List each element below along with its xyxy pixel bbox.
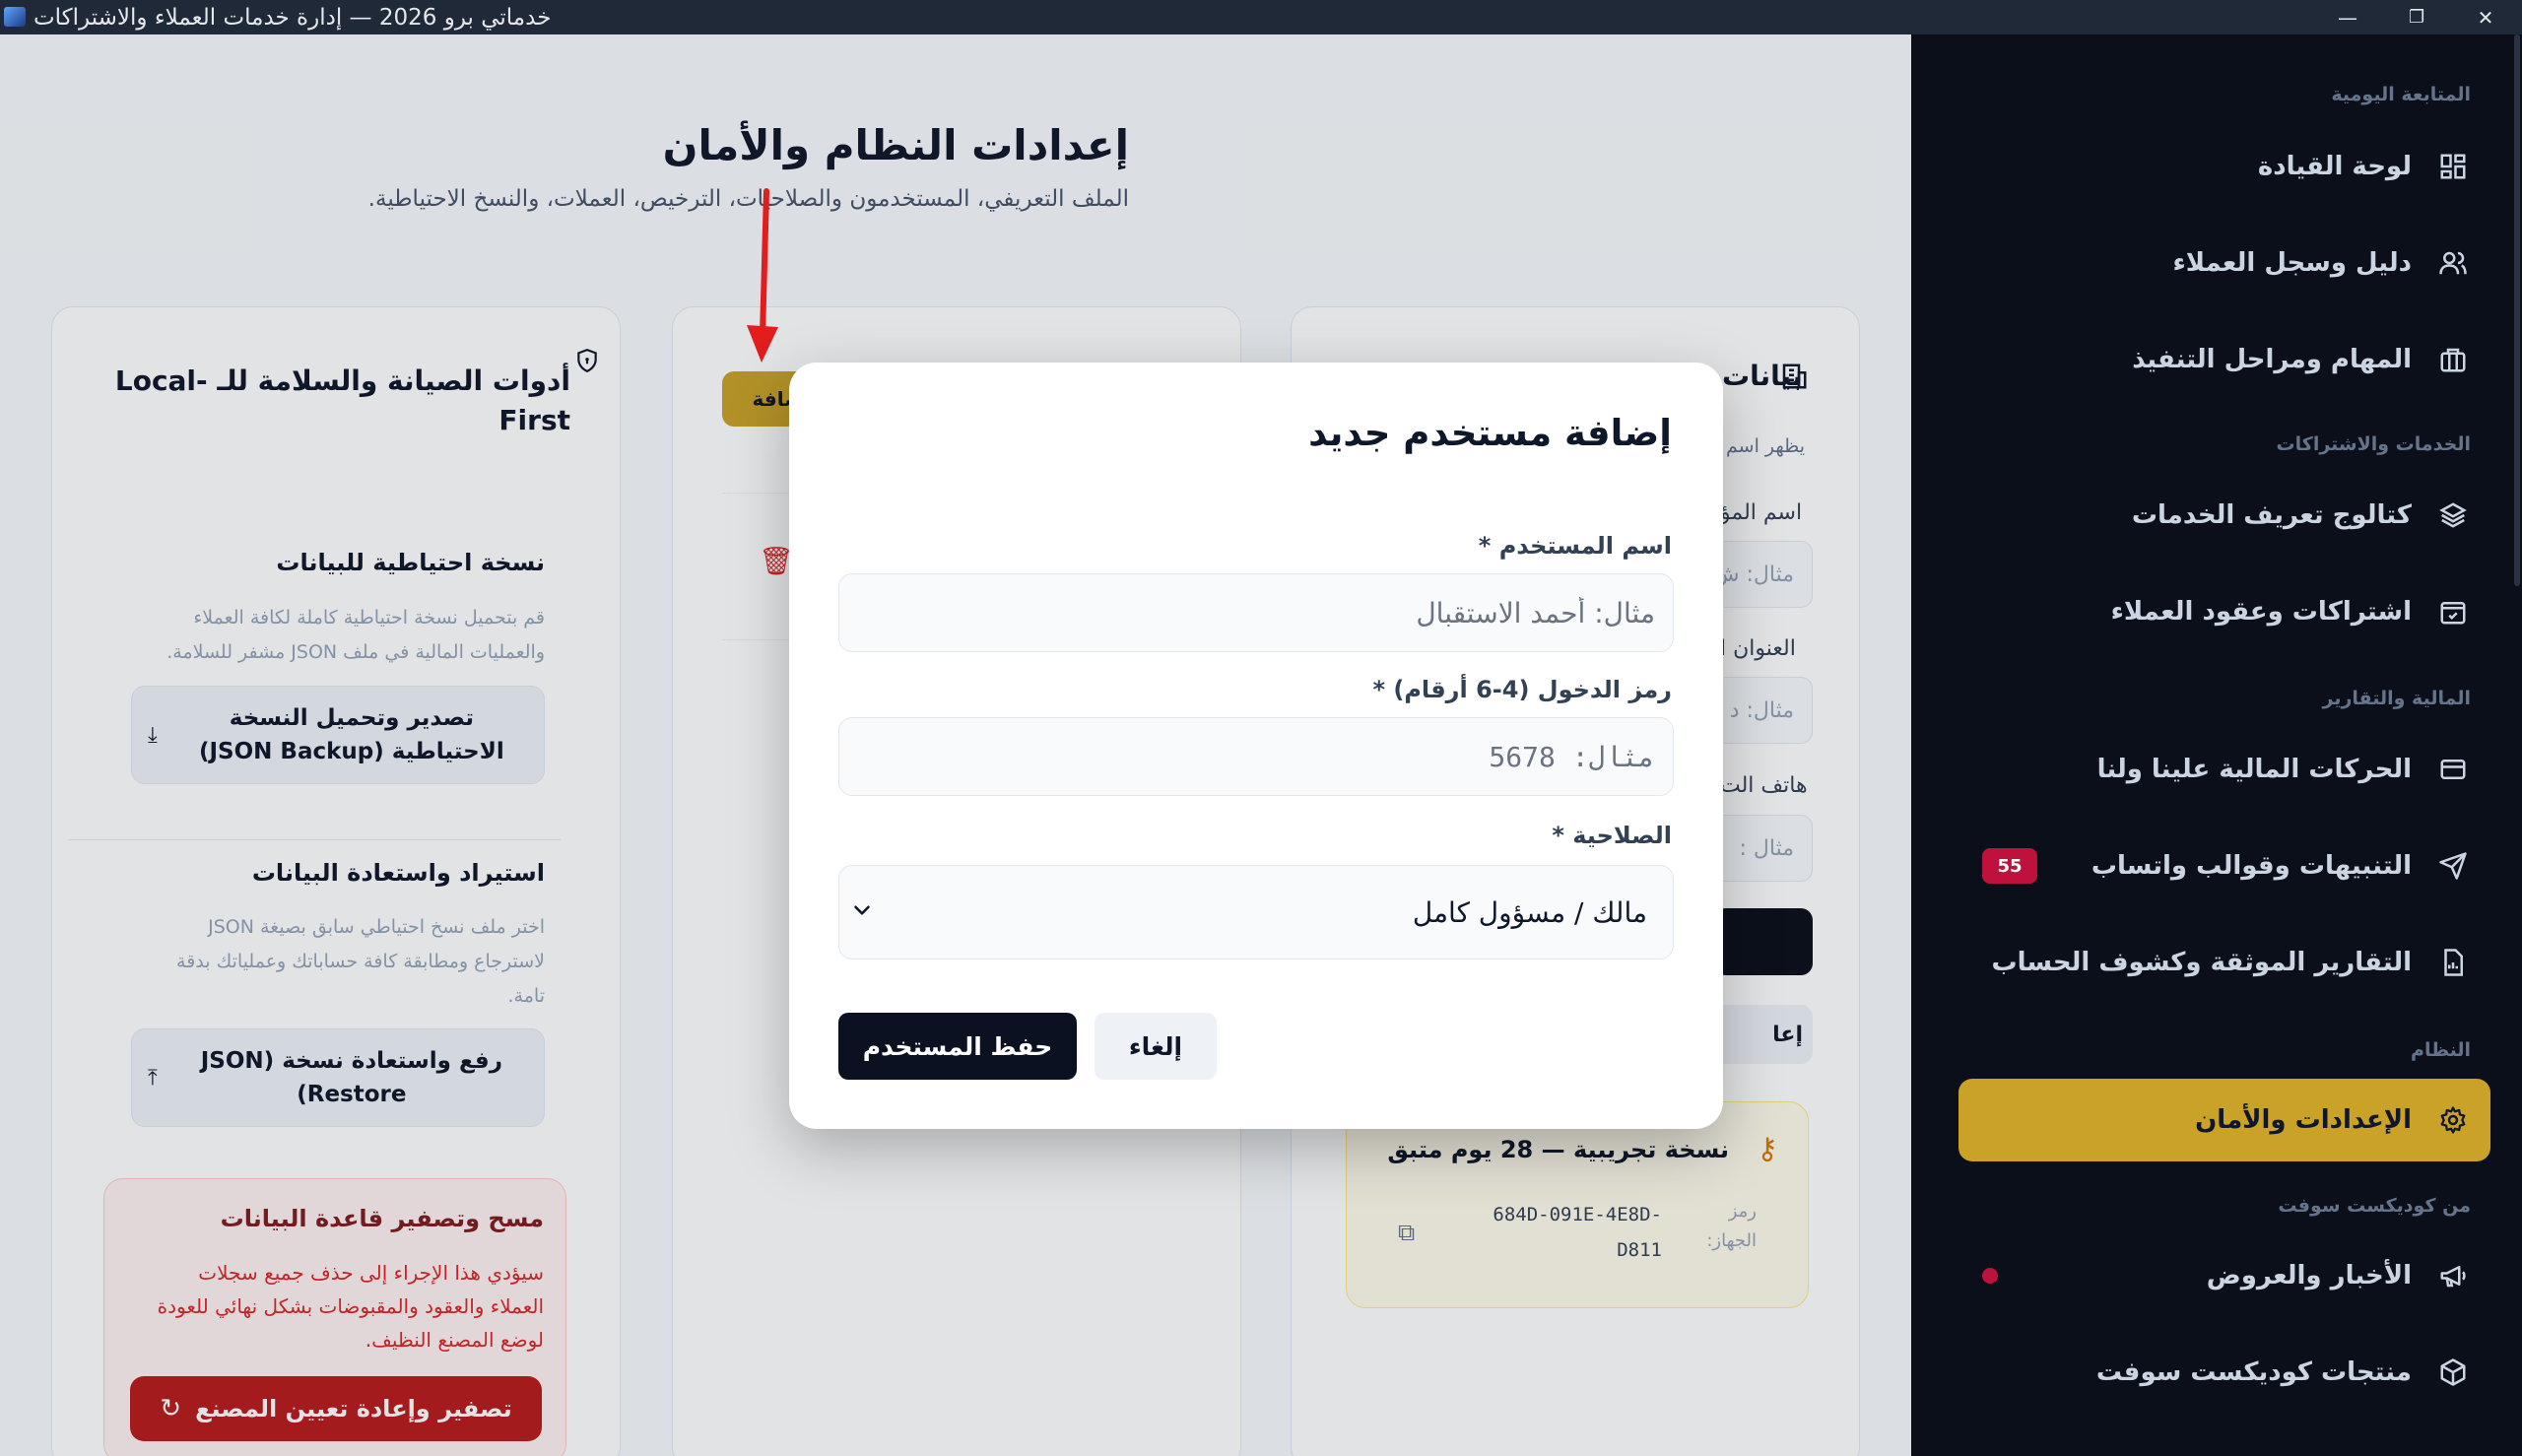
sidebar-item-label: الحركات المالية علينا ولنا	[2096, 755, 2412, 784]
username-input[interactable]	[838, 573, 1674, 652]
briefcase-icon	[2435, 342, 2471, 377]
sidebar-item-label: المهام ومراحل التنفيذ	[2132, 345, 2412, 374]
role-select[interactable]: مالك / مسؤول كامل	[838, 865, 1674, 960]
pin-input[interactable]	[838, 717, 1674, 796]
sidebar-item-settings[interactable]: الإعدادات والأمان	[1958, 1079, 2490, 1161]
sidebar-item-notifications[interactable]: التنبيهات وقوالب واتساب	[1978, 825, 2471, 907]
sidebar-item-clients[interactable]: دليل وسجل العملاء	[1978, 222, 2471, 304]
scrollbar-thumb[interactable]	[2514, 34, 2520, 586]
sidebar-item-catalog[interactable]: كتالوج تعريف الخدمات	[1978, 474, 2471, 557]
sidebar-item-label: دليل وسجل العملاء	[2172, 248, 2412, 278]
sidebar-item-transactions[interactable]: الحركات المالية علينا ولنا	[1978, 728, 2471, 811]
send-icon	[2435, 848, 2471, 884]
app-logo-icon	[4, 7, 26, 27]
sidebar-item-label: الأخبار والعروض	[2206, 1261, 2412, 1291]
sidebar-item-tasks[interactable]: المهام ومراحل التنفيذ	[1978, 318, 2471, 401]
window-title: خدماتي برو 2026 — إدارة خدمات العملاء وا…	[33, 5, 552, 31]
gear-icon	[2435, 1102, 2471, 1138]
username-label: اسم المستخدم *	[1478, 532, 1672, 560]
sidebar-item-label: التنبيهات وقوالب واتساب	[2091, 851, 2412, 881]
sidebar-item-label: كتالوج تعريف الخدمات	[2131, 500, 2412, 530]
save-user-button[interactable]: حفظ المستخدم	[838, 1013, 1077, 1080]
close-button[interactable]: ✕	[2451, 0, 2520, 34]
minimize-button[interactable]: —	[2313, 0, 2382, 34]
notifications-badge: 55	[1982, 848, 2037, 884]
credit-card-icon	[2435, 752, 2471, 787]
package-icon	[2435, 1355, 2471, 1390]
maximize-button[interactable]: ❐	[2382, 0, 2451, 34]
sidebar-group-codixt: من كوديكست سوفت	[2278, 1195, 2471, 1217]
calendar-check-icon	[2435, 594, 2471, 629]
sidebar-scrollbar[interactable]	[2512, 34, 2522, 1456]
pin-label: رمز الدخول (4-6 أرقام) *	[1372, 676, 1672, 703]
chevron-down-icon	[854, 905, 870, 915]
sidebar-item-products[interactable]: منتجات كوديكست سوفت	[1978, 1331, 2471, 1414]
megaphone-icon	[2435, 1258, 2471, 1293]
sidebar-item-label: اشتراكات وعقود العملاء	[2110, 597, 2412, 627]
layers-icon	[2435, 497, 2471, 533]
file-report-icon	[2435, 945, 2471, 980]
role-selected-value: مالك / مسؤول كامل	[1412, 895, 1647, 929]
sidebar-item-reports[interactable]: التقارير الموثقة وكشوف الحساب	[1978, 921, 2471, 1004]
sidebar-item-label: لوحة القيادة	[2257, 152, 2412, 181]
sidebar-item-label: منتجات كوديكست سوفت	[2095, 1357, 2412, 1387]
dashboard-icon	[2435, 149, 2471, 184]
add-user-dialog: إضافة مستخدم جديد اسم المستخدم * رمز الد…	[789, 363, 1723, 1129]
news-unread-dot	[1982, 1268, 1998, 1284]
role-label: الصلاحية *	[1552, 822, 1672, 849]
sidebar-item-subscriptions[interactable]: اشتراكات وعقود العملاء	[1978, 570, 2471, 653]
sidebar-group-daily: المتابعة اليومية	[2331, 84, 2471, 105]
dialog-title: إضافة مستخدم جديد	[1308, 412, 1672, 454]
sidebar: المتابعة اليومية لوحة القيادة دليل وسجل …	[1911, 34, 2522, 1456]
sidebar-group-system: النظام	[2411, 1039, 2471, 1061]
annotation-arrow	[747, 188, 778, 363]
sidebar-item-dashboard[interactable]: لوحة القيادة	[1978, 125, 2471, 208]
sidebar-item-label: الإعدادات والأمان	[2195, 1105, 2412, 1135]
users-icon	[2435, 245, 2471, 281]
sidebar-item-label: التقارير الموثقة وكشوف الحساب	[1991, 948, 2412, 977]
sidebar-group-finance: المالية والتقارير	[2322, 688, 2471, 709]
window-titlebar: خدماتي برو 2026 — إدارة خدمات العملاء وا…	[0, 0, 2522, 34]
sidebar-group-services: الخدمات والاشتراكات	[2276, 433, 2471, 455]
cancel-button[interactable]: إلغاء	[1095, 1013, 1217, 1080]
sidebar-item-news[interactable]: الأخبار والعروض	[1978, 1234, 2471, 1317]
